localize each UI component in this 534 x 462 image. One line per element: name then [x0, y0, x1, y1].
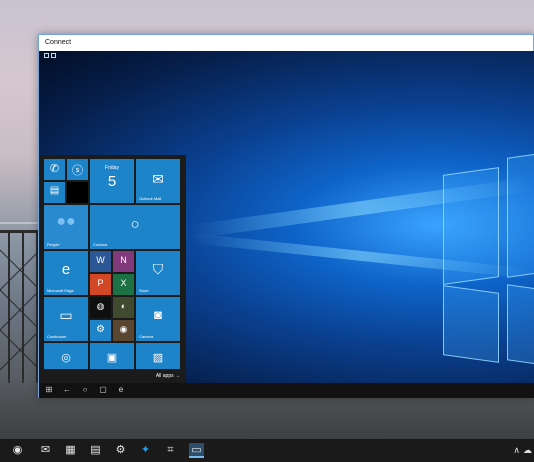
skype-tile[interactable]: ⓢ [67, 159, 88, 180]
globe-tile[interactable]: ◍ [90, 297, 111, 318]
skype-icon: ⓢ [72, 165, 83, 177]
photo-icon: ◐ [120, 301, 127, 311]
outlook-icon: ✉ [152, 171, 164, 187]
twitter-icon[interactable]: ✦ [138, 443, 153, 458]
remote-taskbar: ⊞ ← ○ ▢ e [40, 383, 534, 398]
windows-logo-pane [507, 284, 534, 366]
windows-logo-pane [443, 285, 499, 363]
edge-tile[interactable]: e Microsoft Edge [44, 251, 88, 295]
groove-tile[interactable]: ◎ [44, 343, 88, 369]
excel-icon: X [120, 278, 127, 288]
continuum-icon: ▭ [59, 307, 73, 323]
powerpoint-icon: P [97, 278, 104, 288]
all-apps-link[interactable]: All apps → [156, 373, 180, 379]
app-small-tile[interactable]: ◉ [113, 320, 134, 341]
home-icon[interactable]: ○ [80, 385, 90, 395]
excel-tile[interactable]: X [113, 274, 134, 295]
cortana-icon: ○ [130, 216, 140, 233]
start-menu: ✆ ⓢ ▤ Friday 5 ✉ Outlook Mail ●● People [40, 155, 186, 383]
onenote-app-icon: N [120, 255, 127, 265]
remote-status-icons [44, 53, 56, 58]
onenote-app-tile[interactable]: N [113, 251, 134, 272]
tile-label: Camera [139, 334, 154, 339]
camera-icon: ◙ [154, 307, 162, 322]
photo-small-tile[interactable]: ◐ [113, 297, 134, 318]
outlook-tile[interactable]: ✉ Outlook Mail [136, 159, 180, 203]
calendar-day: Friday [105, 165, 119, 171]
files-icon[interactable]: ▤ [88, 443, 103, 458]
edge-icon: e [61, 261, 71, 278]
lock-icon [44, 53, 49, 58]
continuum-tile[interactable]: ▭ Continuum [44, 297, 88, 341]
tile-label: People [47, 242, 60, 247]
photos-tile[interactable]: ▨ [136, 343, 180, 369]
chevron-up-icon[interactable]: ∧ [513, 445, 520, 456]
camera-icon[interactable]: ◉ [10, 443, 25, 458]
edge-icon[interactable]: e [116, 385, 126, 395]
connect-window: Connect ✆ ⓢ ▤ Friday 5 ✉ Outlook Mail ●●… [38, 34, 534, 398]
network-icon[interactable]: ☁ [523, 445, 532, 456]
tile-label: Continuum [47, 334, 67, 339]
slack-icon[interactable]: ⌗ [163, 443, 178, 458]
store-icon: ⛉ [152, 261, 164, 277]
windows-logo-pane [507, 152, 534, 278]
connect-icon[interactable]: ▭ [189, 443, 204, 458]
tile-label: Store [139, 288, 149, 293]
store-tile[interactable]: ⛉ Store [136, 251, 180, 295]
windows-logo-pane [443, 167, 499, 285]
window-title: Connect [39, 35, 533, 51]
windows-icon[interactable]: ⊞ [44, 385, 54, 395]
people-tile[interactable]: ●● People [44, 205, 88, 249]
onenote-tile[interactable]: ▤ [44, 182, 65, 203]
onenote-icon: ▤ [49, 185, 60, 196]
tile-label: Cortana [93, 242, 108, 247]
globe-icon: ◍ [96, 301, 105, 311]
people-icon: ●● [56, 213, 76, 230]
word-icon: W [96, 255, 105, 265]
camera-tile[interactable]: ◙ Camera [136, 297, 180, 341]
powerpoint-tile[interactable]: P [90, 274, 111, 295]
tile-label: Outlook Mail [139, 196, 162, 201]
film-icon: ▣ [106, 352, 118, 364]
settings-icon: ⚙ [96, 324, 105, 335]
phone-icon: ✆ [49, 163, 60, 175]
settings-tile[interactable]: ⚙ [90, 320, 111, 341]
tile-label: Microsoft Edge [47, 288, 74, 293]
task-view-icon[interactable]: ▢ [98, 385, 108, 395]
image-icon: ▨ [152, 352, 164, 364]
movies-tile[interactable]: ▣ [90, 343, 134, 369]
cortana-tile[interactable]: ○ Cortana [90, 205, 180, 249]
remote-desktop: ✆ ⓢ ▤ Friday 5 ✉ Outlook Mail ●● People [39, 51, 534, 398]
word-tile[interactable]: W [90, 251, 111, 272]
blank-tile [67, 182, 88, 203]
app-icon: ◉ [119, 324, 128, 334]
host-taskbar: ◉ ✉ ▦ ▤ ⚙ ✦ ⌗ ▭ ∧ ☁ [0, 439, 534, 462]
mail-icon[interactable]: ✉ [38, 443, 53, 458]
calendar-tile[interactable]: Friday 5 [90, 159, 134, 203]
keyboard-icon [51, 53, 56, 58]
all-apps-label: All apps [155, 373, 174, 379]
video-icon[interactable]: ▦ [63, 443, 78, 458]
back-icon[interactable]: ← [62, 385, 72, 395]
music-icon: ◎ [61, 352, 71, 364]
settings-icon[interactable]: ⚙ [113, 443, 128, 458]
system-tray: ∧ ☁ [513, 445, 532, 456]
calendar-date: 5 [107, 173, 117, 190]
phone-tile[interactable]: ✆ [44, 159, 65, 180]
